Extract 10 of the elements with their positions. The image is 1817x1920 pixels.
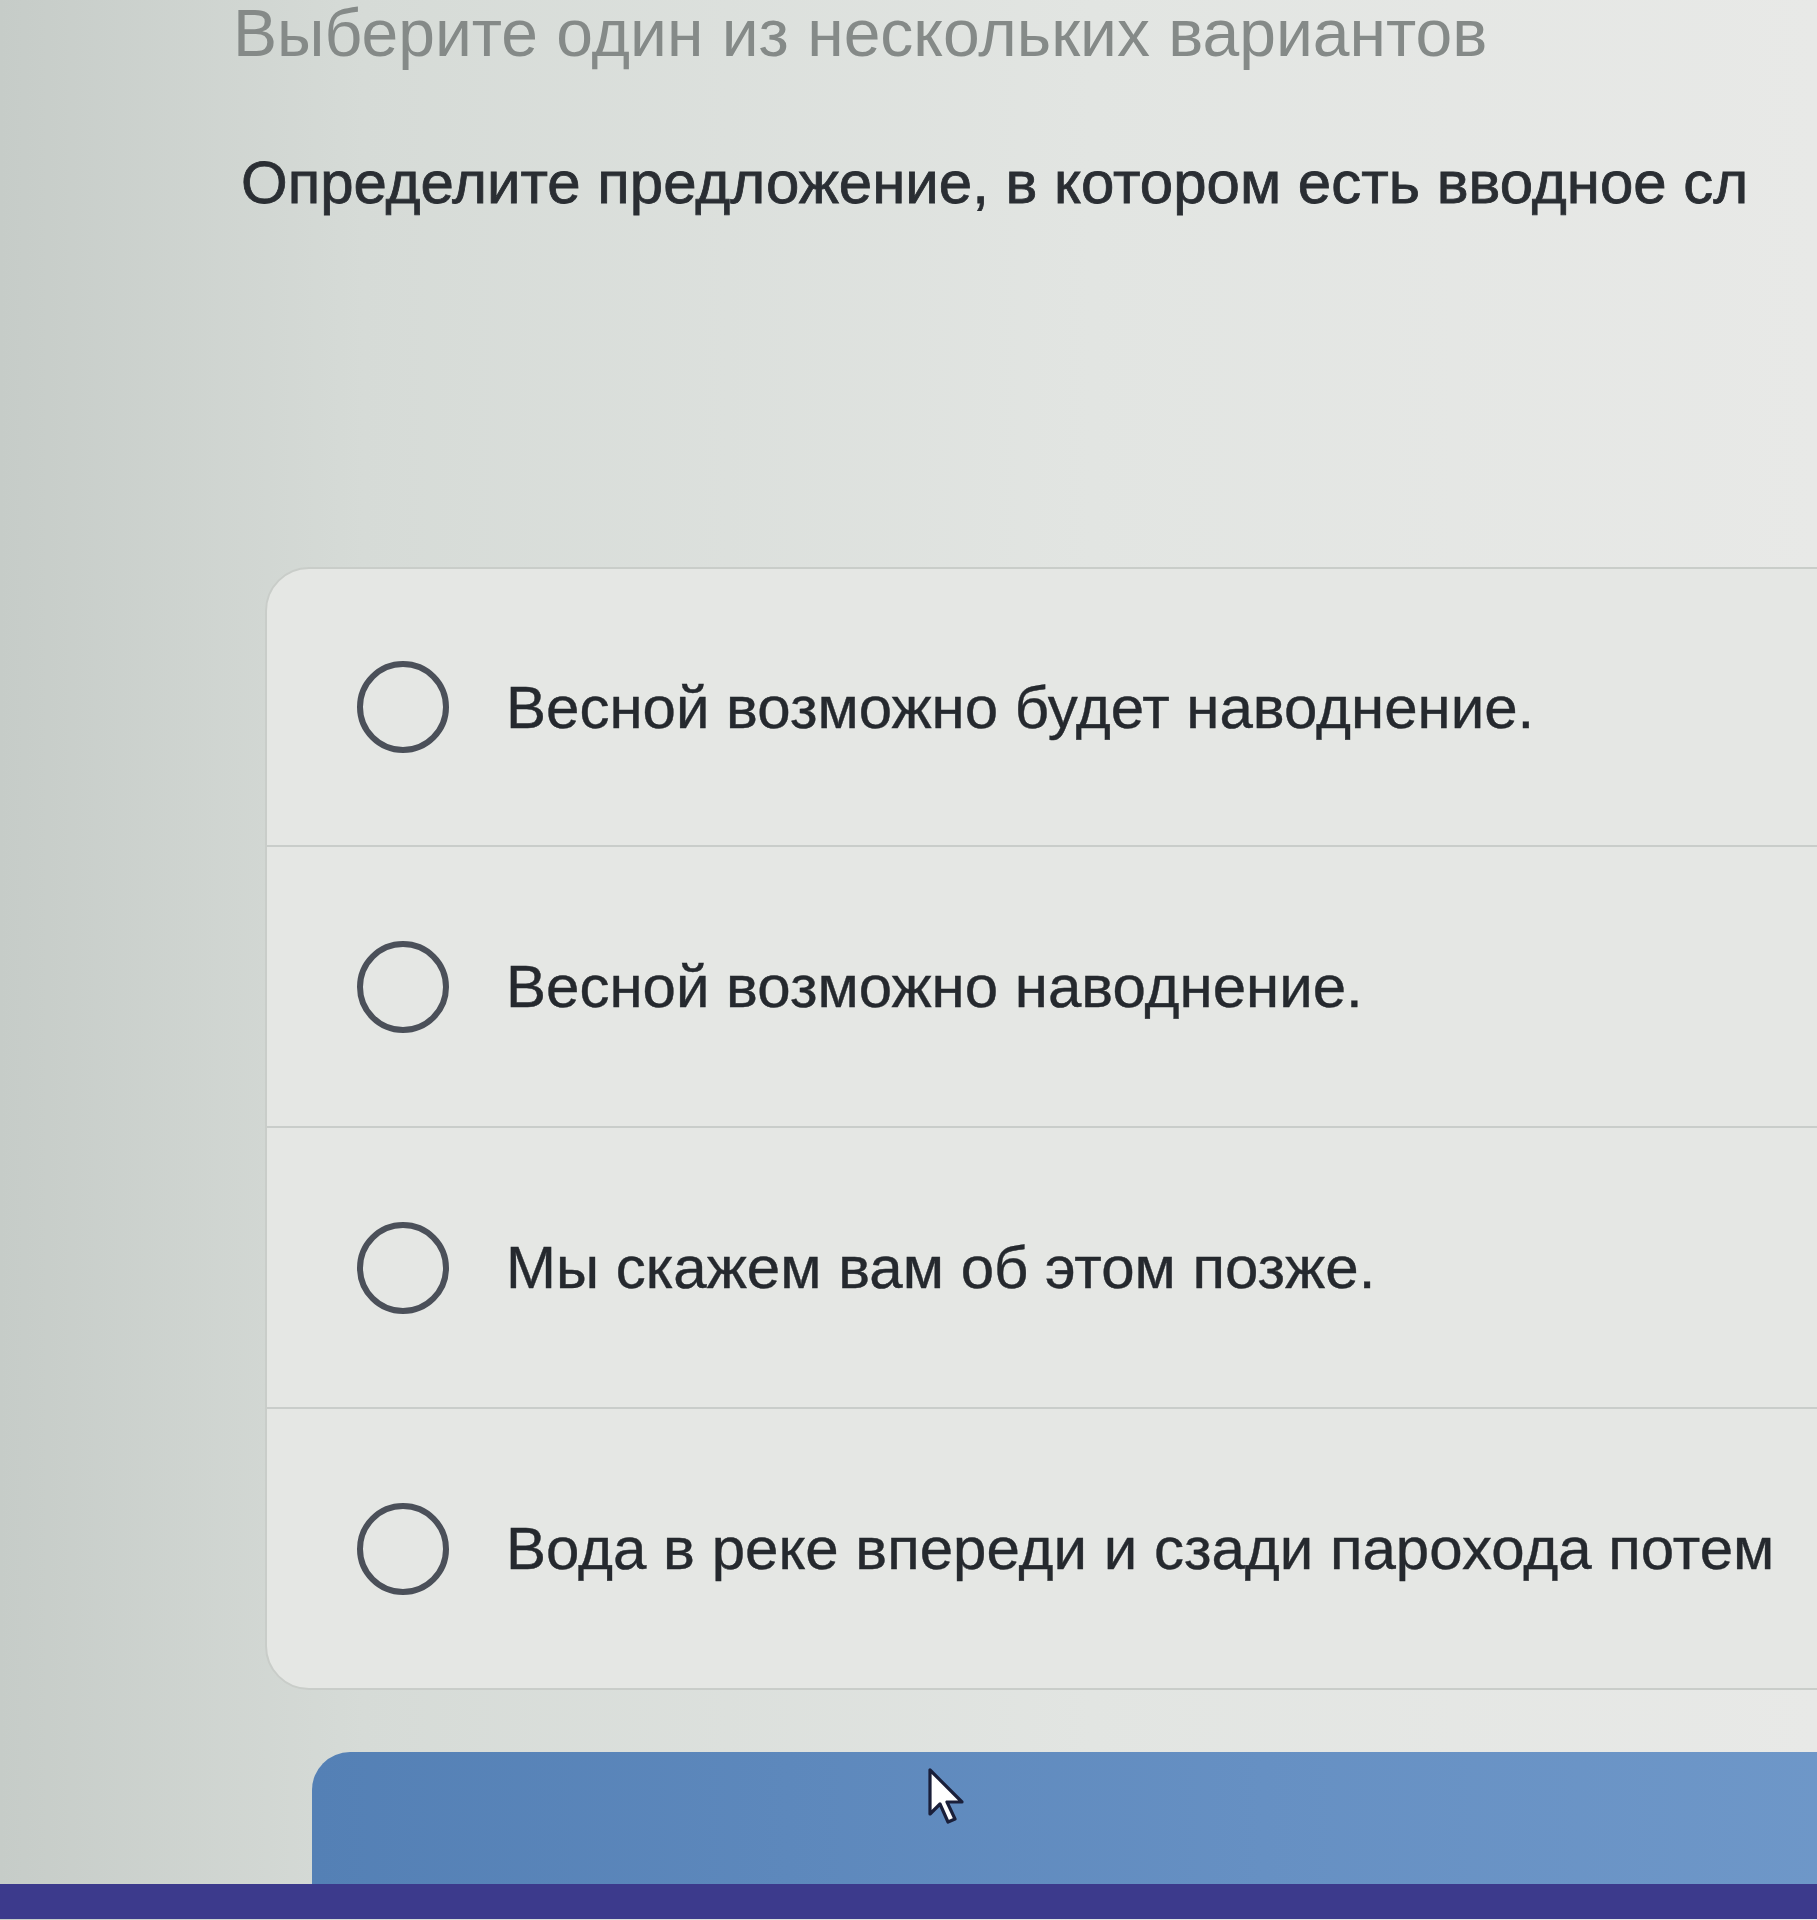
option-label[interactable]: Вода в реке впереди и сзади парохода потем [506,1514,1775,1583]
mouse-pointer-icon [928,1768,966,1826]
radio-button[interactable] [357,1502,449,1595]
question-text: Определите предложение, в котором есть вводное сл [241,148,1749,217]
option-label[interactable]: Весной возможно будет наводнение. [506,672,1535,742]
radio-button[interactable] [357,940,449,1033]
option-label[interactable]: Мы скажем вам об этом позже. [506,1233,1376,1302]
radio-button[interactable] [357,661,449,753]
radio-button[interactable] [357,1221,449,1314]
option-label[interactable]: Весной возможно наводнение. [506,952,1363,1021]
